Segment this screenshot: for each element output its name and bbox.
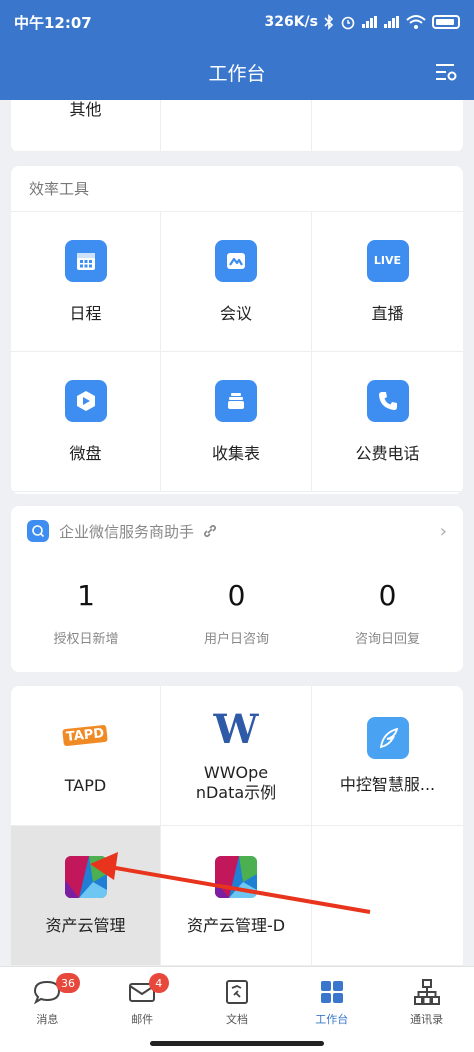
org-chart-icon [413,979,440,1005]
stat-value: 0 [227,579,246,612]
form-icon [215,379,257,422]
stat-label: 授权日新增 [53,632,119,647]
alarm-icon [341,16,355,30]
bottom-nav: 36 消息 4 邮件 文档 工作台 通讯录 [0,966,474,1052]
tool-live[interactable]: LIVE 直播 [312,212,463,352]
battery-icon [432,15,460,29]
messages-badge: 36 [56,973,80,993]
other-apps-card: 其他 [11,100,463,152]
app-label-line: WWOpe [203,762,269,782]
tool-drive[interactable]: 微盘 [11,352,161,492]
empty-cell [312,100,463,152]
tool-label: 直播 [371,303,404,323]
app-tapd[interactable]: TAPD TAPD [11,686,161,826]
document-icon [225,980,248,1004]
app-label: TAPD [65,776,106,796]
app-asset-cloud-d[interactable]: 资产云管理-D [161,826,312,966]
status-time: 中午12:07 [14,13,92,32]
stat-item: 0 用户日咨询 [161,556,312,670]
nav-workbench[interactable]: 工作台 [284,967,379,1052]
ww-logo-text: W [213,706,259,753]
helper-title: 企业微信服务商助手 [59,522,195,541]
stat-item: 0 咨询日回复 [312,556,463,670]
helper-header[interactable]: 企业微信服务商助手 › [11,506,463,556]
app-label-line: 资产云管理-D [186,915,286,935]
efficiency-tools-card: 效率工具 日程 会议 LIVE 直播 微盘 收集表 公费电话 [11,166,463,494]
signal-icon-2 [384,16,400,28]
drive-icon [64,379,107,422]
tool-calendar[interactable]: 日程 [11,212,161,352]
header: 工作台 [0,44,474,100]
app-label-line: TAPD [64,775,107,795]
status-bar: 中午12:07 326K/s [0,0,474,44]
app-label: 中控智慧服... [340,775,435,795]
stat-label: 咨询日回复 [354,632,420,647]
service-helper-card[interactable]: 企业微信服务商助手 › 1 授权日新增 0 用户日咨询 0 咨询日回复 [11,506,463,672]
stat-value: 0 [378,579,397,612]
nav-label: 工作台 [315,1013,349,1026]
tool-label: 公费电话 [355,443,420,463]
helper-logo-icon [27,520,49,542]
app-label: 资产云管理-D [187,916,285,936]
app-other[interactable]: 其他 [11,100,161,152]
tool-phone[interactable]: 公费电话 [312,352,463,492]
network-speed: 326K/s [264,14,318,30]
feather-icon [366,716,409,759]
status-right: 326K/s [264,14,460,30]
tool-label: 会议 [219,303,252,323]
calendar-icon [64,239,107,282]
home-indicator [150,1041,324,1046]
phone-icon [366,379,409,422]
nav-label: 邮件 [131,1013,154,1026]
nav-docs[interactable]: 文档 [190,967,285,1052]
empty-cell [161,100,312,152]
tool-label: 收集表 [211,443,260,463]
asset-cloud-logo-icon [64,855,107,898]
signal-icon-1 [362,16,378,28]
wifi-icon [406,15,426,29]
page-title: 工作台 [208,62,266,85]
nav-label: 文档 [225,1013,248,1026]
grid-icon [320,981,343,1003]
live-icon: LIVE [366,239,409,282]
tool-label: 微盘 [69,443,102,463]
nav-contacts[interactable]: 通讯录 [379,967,474,1052]
section-title: 效率工具 [11,166,463,212]
top-bar: 中午12:07 326K/s 工作台 [0,0,474,100]
chevron-right-icon[interactable]: › [440,521,447,542]
workbench-content[interactable]: 其他 效率工具 日程 会议 LIVE 直播 微盘 收集表 公费电话 企业微信服务… [0,100,474,966]
live-icon-text: LIVE [373,254,402,267]
app-asset-cloud[interactable]: 资产云管理 [11,826,161,966]
empty-cell [312,826,463,966]
nav-messages[interactable]: 36 消息 [0,967,95,1052]
tapd-logo-icon: TAPD [62,716,110,756]
stat-value: 1 [77,579,95,612]
app-label: WWOpe nData示例 [196,763,276,803]
app-wwopendata[interactable]: W WWOpe nData示例 [161,686,312,826]
ww-logo-icon: W [213,706,259,753]
stat-item: 1 授权日新增 [11,556,161,670]
app-other-label: 其他 [69,100,102,119]
asset-cloud-d-logo-icon [215,855,257,898]
app-zkteco[interactable]: 中控智慧服... [312,686,463,826]
stat-label: 用户日咨询 [203,632,269,647]
nav-label: 通讯录 [410,1013,444,1026]
settings-icon[interactable] [434,60,458,84]
mail-badge: 4 [148,973,169,993]
app-label-line: 中控智慧服... [339,774,436,794]
nav-label: 消息 [36,1013,59,1026]
apps-card: TAPD TAPD W WWOpe nData示例 中控智慧服... 资产云管理… [11,686,463,966]
nav-mail[interactable]: 4 邮件 [95,967,190,1052]
link-icon [203,524,217,538]
app-label-line: 资产云管理 [45,915,126,935]
tool-form[interactable]: 收集表 [161,352,312,492]
meeting-icon [215,239,257,282]
tool-label: 日程 [69,303,102,323]
helper-stats: 1 授权日新增 0 用户日咨询 0 咨询日回复 [11,556,463,670]
app-label-line: nData示例 [195,782,277,802]
app-label: 资产云管理 [45,916,125,936]
tool-meeting[interactable]: 会议 [161,212,312,352]
bluetooth-icon [324,14,334,30]
tapd-logo-text: TAPD [62,724,109,747]
